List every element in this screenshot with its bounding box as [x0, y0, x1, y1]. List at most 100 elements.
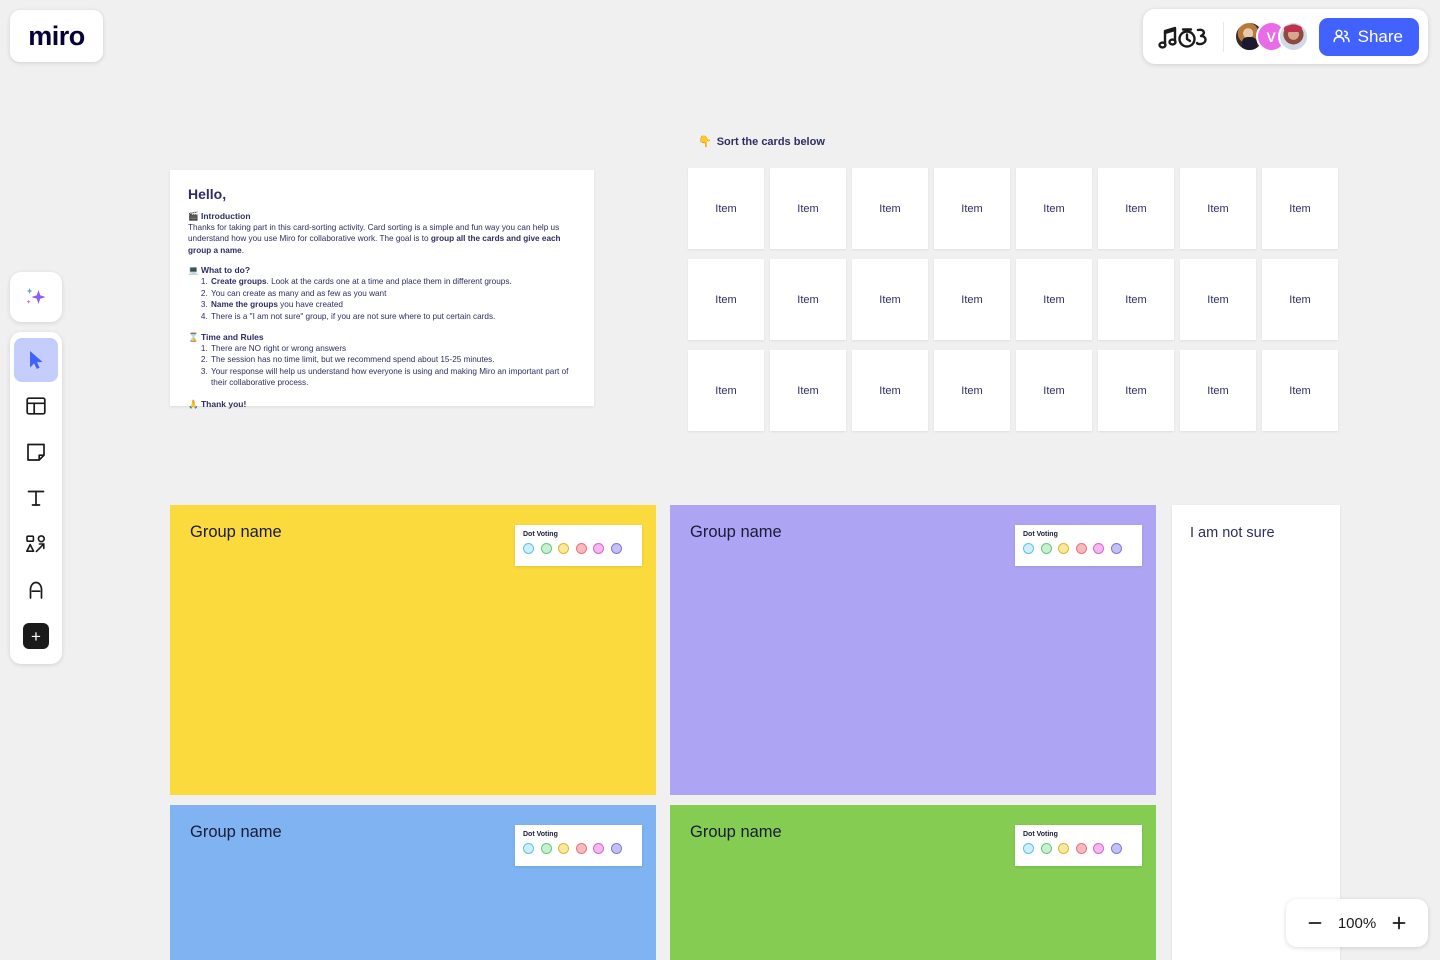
red-dot[interactable]	[575, 543, 587, 554]
pink-dot[interactable]	[1093, 843, 1104, 854]
group-frame[interactable]: Group name Dot Voting	[170, 805, 656, 960]
ai-tool-button[interactable]	[10, 272, 62, 322]
tool-cursor-select[interactable]	[14, 338, 58, 382]
what-to-do-list: Create groups. Look at the cards one at …	[210, 276, 576, 323]
sortable-card[interactable]: Item	[1098, 259, 1174, 340]
share-button[interactable]: Share	[1318, 17, 1419, 56]
templates-icon	[26, 397, 46, 415]
red-dot[interactable]	[1075, 843, 1087, 854]
group-frame[interactable]: Group name Dot Voting	[170, 505, 656, 795]
sortable-card[interactable]: Item	[1262, 350, 1338, 431]
sortable-card[interactable]: Item	[1262, 168, 1338, 249]
list-item-text: . Look at the cards one at a time and pl…	[266, 276, 512, 286]
yellow-dot[interactable]	[558, 843, 569, 854]
tool-more[interactable]: +	[14, 614, 58, 658]
red-dot[interactable]	[575, 843, 587, 854]
group-frame[interactable]: Group name Dot Voting	[670, 505, 1156, 795]
sortable-card[interactable]: Item	[1016, 259, 1092, 340]
yellow-dot[interactable]	[558, 543, 569, 554]
dot-voting-widget[interactable]: Dot Voting	[1015, 525, 1142, 566]
tool-text[interactable]	[14, 476, 58, 520]
pen-icon	[29, 581, 43, 599]
sortable-card[interactable]: Item	[1180, 259, 1256, 340]
tool-shapes-connector[interactable]	[14, 522, 58, 566]
purple-dot[interactable]	[1110, 543, 1122, 554]
yellow-dot[interactable]	[1058, 843, 1069, 854]
avatar[interactable]	[1277, 21, 1309, 52]
green-dot[interactable]	[540, 843, 552, 854]
tool-pen[interactable]	[14, 568, 58, 612]
dot-voting-dots	[523, 843, 634, 854]
praying-hands-icon: 🙏	[188, 399, 199, 410]
red-dot[interactable]	[1075, 543, 1087, 554]
sortable-card[interactable]: Item	[934, 259, 1010, 340]
blue-dot[interactable]	[523, 543, 534, 554]
list-item-text: Your response will help us understand ho…	[211, 366, 569, 388]
sortable-card[interactable]: Item	[934, 350, 1010, 431]
sortable-card[interactable]: Item	[1016, 168, 1092, 249]
instructions-card[interactable]: Hello, 🎬 Introduction Thanks for taking …	[170, 170, 594, 410]
laptop-icon: 💻	[188, 264, 199, 275]
sortable-card[interactable]: Item	[770, 259, 846, 340]
list-item-text: The session has no time limit, but we re…	[211, 355, 495, 365]
sortable-card[interactable]: Item	[1098, 350, 1174, 431]
dot-voting-widget[interactable]: Dot Voting	[1015, 825, 1142, 866]
intro-body-part2: .	[241, 245, 244, 255]
shapes-connector-icon	[26, 535, 45, 553]
zoom-out-button[interactable]	[1300, 908, 1330, 938]
sortable-card[interactable]: Item	[688, 168, 764, 249]
i-am-not-sure-title: I am not sure	[1190, 525, 1275, 541]
green-dot[interactable]	[1040, 843, 1052, 854]
collaborator-avatars[interactable]: V	[1233, 21, 1309, 52]
section-heading-label: What to do?	[200, 264, 251, 275]
i-am-not-sure-card[interactable]: I am not sure	[1172, 505, 1340, 960]
tool-sticky-note[interactable]	[14, 430, 58, 474]
sortable-card[interactable]: Item	[688, 259, 764, 340]
list-item: There is a "I am not sure" group, if you…	[210, 311, 576, 323]
section-heading-label: Introduction	[200, 211, 251, 221]
tool-templates[interactable]	[14, 384, 58, 428]
sortable-card[interactable]: Item	[1180, 350, 1256, 431]
purple-dot[interactable]	[1110, 843, 1122, 854]
sortable-card[interactable]: Item	[852, 350, 928, 431]
sortable-card[interactable]: Item	[1016, 350, 1092, 431]
dot-voting-widget[interactable]: Dot Voting	[515, 825, 642, 866]
instructions-title: Hello,	[188, 186, 227, 202]
list-item-text: There is a "I am not sure" group, if you…	[211, 311, 496, 321]
sortable-card[interactable]: Item	[934, 168, 1010, 249]
sortable-card[interactable]: Item	[1098, 168, 1174, 249]
sortable-card[interactable]: Item	[770, 350, 846, 431]
yellow-dot[interactable]	[1058, 543, 1069, 554]
sortable-card[interactable]: Item	[1262, 259, 1338, 340]
group-frame[interactable]: Group name Dot Voting	[670, 805, 1156, 960]
sortable-card[interactable]: Item	[852, 168, 928, 249]
purple-dot[interactable]	[610, 843, 622, 854]
purple-dot[interactable]	[610, 543, 622, 554]
zoom-in-button[interactable]	[1384, 908, 1414, 938]
pink-dot[interactable]	[593, 843, 604, 854]
pink-dot[interactable]	[593, 543, 604, 554]
topbar-divider	[1222, 21, 1224, 52]
miro-logo[interactable]: miro	[10, 10, 103, 62]
sortable-card[interactable]: Item	[770, 168, 846, 249]
sort-cards-heading-label: Sort the cards below	[716, 135, 825, 148]
blue-dot[interactable]	[1023, 843, 1034, 854]
green-dot[interactable]	[540, 543, 552, 554]
miro-board-canvas: miro V Share + Hello, 🎬 Introduction Tha…	[0, 0, 1440, 960]
pointing-down-icon: 👇	[698, 136, 712, 148]
blue-dot[interactable]	[523, 843, 534, 854]
sortable-card[interactable]: Item	[1180, 168, 1256, 249]
sortable-card[interactable]: Item	[688, 350, 764, 431]
section-body: Thanks for taking part in this card-sort…	[188, 222, 576, 256]
zoom-level-value[interactable]: 100%	[1334, 915, 1380, 932]
dot-voting-dots	[523, 543, 634, 554]
blue-dot[interactable]	[1023, 543, 1034, 554]
green-dot[interactable]	[1040, 543, 1052, 554]
list-item-text: you have created	[277, 300, 343, 310]
list-item: Your response will help us understand ho…	[210, 366, 576, 389]
dot-voting-label: Dot Voting	[523, 831, 558, 838]
minus-icon	[1308, 922, 1322, 924]
sortable-card[interactable]: Item	[852, 259, 928, 340]
pink-dot[interactable]	[1093, 543, 1104, 554]
dot-voting-widget[interactable]: Dot Voting	[515, 525, 642, 566]
